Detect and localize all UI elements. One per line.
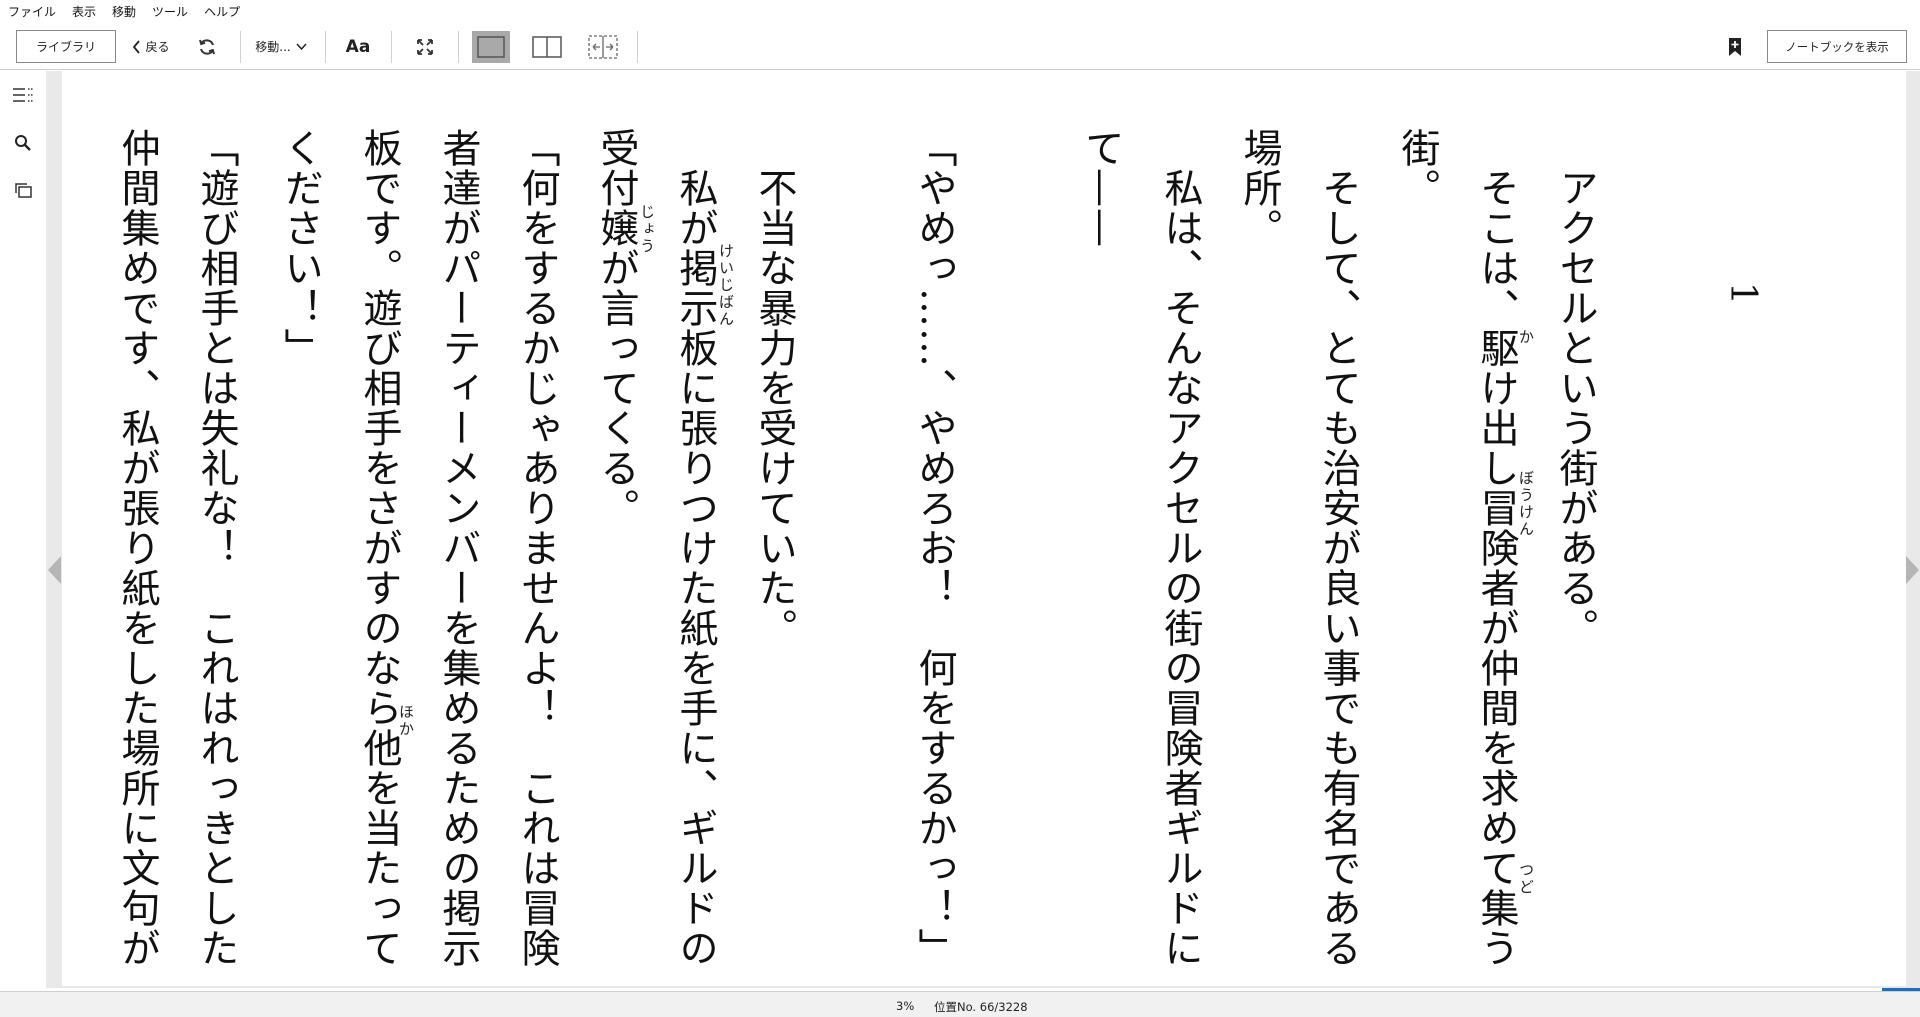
text-column: 「何をするかじゃありませんよ！ これは冒険: [515, 128, 560, 968]
library-button[interactable]: ライブラリ: [16, 30, 116, 63]
toc-icon[interactable]: [11, 83, 35, 107]
text-column: 不当な暴力を受けていた。: [752, 168, 797, 648]
next-page-arrow-icon[interactable]: [1904, 555, 1920, 585]
chevron-down-icon: [296, 43, 307, 50]
single-page-view-button[interactable]: [472, 31, 510, 63]
left-sidebar: [0, 71, 46, 991]
menu-help[interactable]: ヘルプ: [202, 3, 248, 20]
fit-page-icon: [588, 35, 618, 59]
toolbar-divider: [637, 31, 638, 63]
text-column: 街。: [1395, 128, 1440, 208]
font-settings-label: Aa: [345, 36, 371, 57]
show-notebook-label: ノートブックを表示: [1785, 39, 1889, 54]
previous-page-arrow-icon[interactable]: [47, 555, 63, 585]
goto-button[interactable]: 移動...: [250, 30, 312, 63]
menu-file[interactable]: ファイル: [6, 3, 64, 20]
text-column: て——: [1079, 128, 1124, 248]
progress-percent: 3%: [896, 999, 915, 1013]
text-column: そして、とても治安が良い事でも有名である: [1316, 168, 1361, 968]
toolbar-divider: [391, 31, 392, 63]
status-bar: 3% 位置No. 66/3228: [0, 991, 1920, 1017]
refresh-icon: [197, 37, 217, 57]
fit-page-view-button[interactable]: [584, 31, 622, 63]
back-button[interactable]: 戻る: [128, 30, 174, 63]
ruby-annotation: か: [1517, 329, 1535, 346]
two-page-icon: [532, 36, 562, 58]
menu-bar: ファイル 表示 移動 ツール ヘルプ: [0, 0, 1920, 23]
back-button-label: 戻る: [145, 40, 170, 54]
text-column: 板です。遊び相手をさがすのなら他を当たって: [357, 128, 402, 968]
two-page-view-button[interactable]: [528, 31, 566, 63]
search-icon[interactable]: [11, 131, 35, 155]
bookmark-add-icon: [1728, 37, 1742, 57]
text-column: 私が掲示板に張りつけた紙を手に、ギルドの: [673, 168, 718, 968]
text-column: 「遊び相手とは失礼な！ これはれっきとした: [194, 128, 239, 968]
ruby-annotation: ほか: [397, 704, 415, 738]
chevron-left-icon: [132, 39, 141, 54]
menu-tools[interactable]: ツール: [150, 3, 196, 20]
text-column: 受付嬢が言ってくる。: [594, 128, 639, 528]
font-settings-button[interactable]: Aa: [343, 30, 373, 63]
goto-button-label: 移動...: [255, 40, 291, 54]
add-bookmark-button[interactable]: [1722, 31, 1748, 63]
text-column: 「やめっ……、やめろお！ 何をするかっ！」: [912, 128, 957, 968]
toolbar-divider: [325, 31, 326, 63]
show-notebook-button[interactable]: ノートブックを表示: [1767, 30, 1907, 63]
text-column: 仲間集めです、私が張り紙をした場所に文句が: [115, 128, 160, 968]
toolbar-divider: [240, 31, 241, 63]
ruby-annotation: じょう: [638, 204, 656, 255]
refresh-button[interactable]: [191, 30, 223, 63]
chapter-number: 1: [1722, 282, 1763, 305]
text-column: 私は、そんなアクセルの街の冒険者ギルドに: [1158, 168, 1203, 968]
flashcards-icon[interactable]: [11, 178, 35, 202]
location-indicator: 位置No. 66/3228: [934, 1000, 1028, 1014]
single-page-icon: [477, 36, 505, 58]
text-column: 者達がパーティーメンバーを集めるための掲示: [436, 128, 481, 968]
text-column: アクセルという街がある。: [1553, 168, 1598, 648]
toolbar: ライブラリ 戻る 移動... Aa ノートブックを表示: [0, 23, 1920, 70]
fullscreen-button[interactable]: [409, 30, 441, 63]
text-column: 場所。: [1237, 128, 1282, 248]
library-button-label: ライブラリ: [35, 40, 96, 54]
text-column: そこは、駆け出し冒険者が仲間を求めて集う: [1474, 168, 1519, 968]
ruby-annotation: けいじばん: [717, 243, 735, 328]
ruby-annotation: つど: [1517, 862, 1535, 896]
menu-go[interactable]: 移動: [110, 3, 144, 20]
book-page[interactable]: [62, 71, 1906, 986]
fullscreen-icon: [416, 38, 434, 56]
toolbar-divider: [458, 31, 459, 63]
menu-view[interactable]: 表示: [70, 3, 104, 20]
text-column: ください！」: [278, 128, 323, 368]
ruby-annotation: ぼうけん: [1517, 470, 1535, 538]
